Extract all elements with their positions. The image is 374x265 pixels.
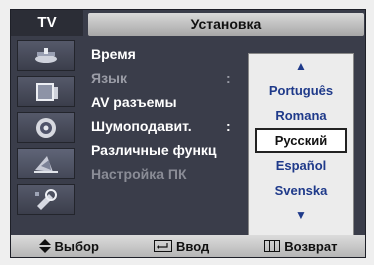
separator-colon: : [226,118,231,134]
control-hints-bar: Выбор Ввод Возврат [11,235,365,257]
menu-item-label: Настройка ПК [91,166,187,182]
select-hint: Выбор [38,238,99,254]
menu-item-label: Время [91,46,136,62]
source-label: TV [11,10,83,36]
speaker-icon[interactable] [17,112,75,143]
menu-item-label: Шумоподавит. [91,118,192,134]
category-icon-column [11,40,83,222]
tv-screen-icon[interactable] [17,76,75,107]
menu-item-label: Различные функц [91,142,217,158]
language-option[interactable]: Português [255,78,347,103]
menu-key-icon [264,240,281,252]
return-hint-label: Возврат [284,238,338,254]
antenna-icon[interactable] [17,40,75,71]
enter-hint-label: Ввод [176,238,210,254]
language-dropdown[interactable]: ▲ Português Romana Русский Español Svens… [248,53,354,242]
scroll-up-arrow-icon[interactable]: ▲ [249,54,353,78]
separator-colon: : [226,70,231,86]
return-hint: Возврат [264,239,337,254]
menu-title: Установка [88,13,364,36]
osd-window: TV Установка Время Язык: AV разъемы Шум… [10,9,366,258]
menu-item-label: Язык [91,70,127,86]
scroll-down-arrow-icon[interactable]: ▼ [249,203,353,227]
select-hint-label: Выбор [54,238,99,254]
settings-wrench-icon[interactable] [17,184,75,215]
language-option[interactable]: Español [255,153,347,178]
satellite-dish-icon[interactable] [17,148,75,179]
enter-key-icon [154,240,172,252]
language-option[interactable]: Romana [255,103,347,128]
language-option[interactable]: Svenska [255,178,347,203]
menu-item-label: AV разъемы [91,94,177,110]
language-option-selected[interactable]: Русский [255,128,347,153]
up-down-arrows-icon [38,239,51,253]
enter-hint: Ввод [154,239,209,254]
